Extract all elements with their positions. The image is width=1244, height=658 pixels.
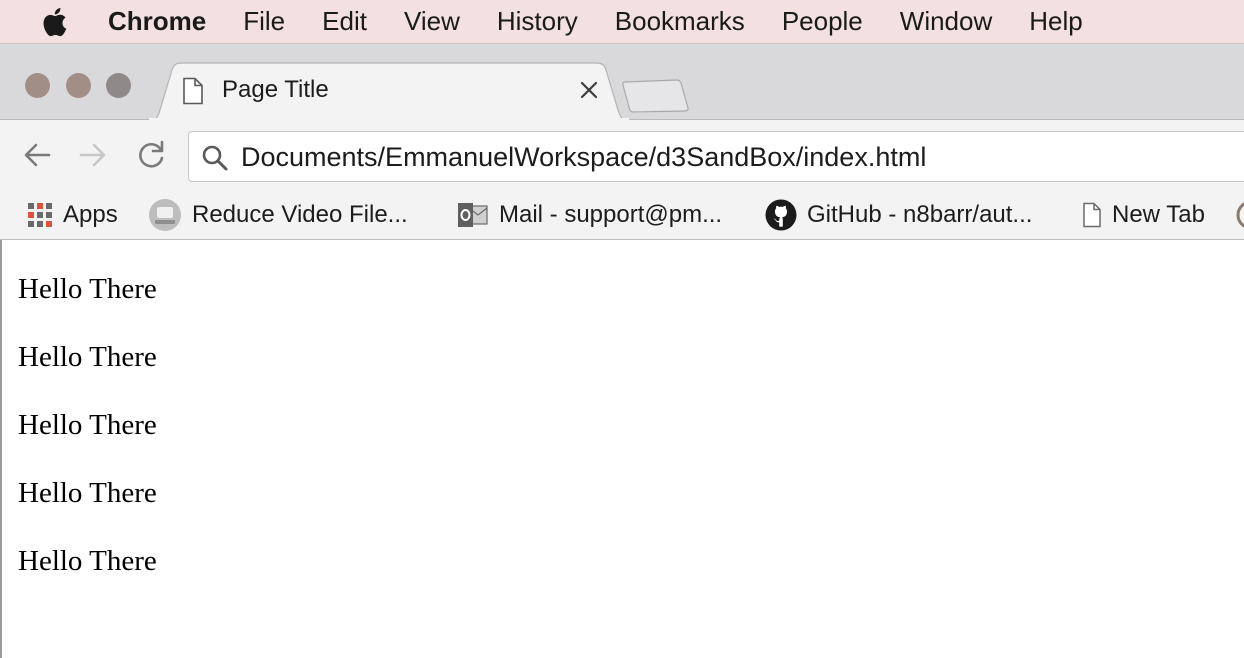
bookmark-mail[interactable]: Mail - support@pm...	[457, 198, 722, 232]
back-arrow-icon[interactable]	[20, 138, 54, 172]
zoom-window-button[interactable]	[106, 73, 131, 98]
forward-arrow-icon[interactable]	[76, 138, 110, 172]
menu-window[interactable]: Window	[900, 6, 992, 37]
minimize-window-button[interactable]	[66, 73, 91, 98]
github-icon	[765, 199, 797, 231]
bookmark-label: Reduce Video File...	[192, 201, 408, 228]
bookmark-overflow-icon	[1236, 202, 1244, 228]
reload-icon[interactable]	[134, 138, 168, 172]
menu-file[interactable]: File	[243, 6, 285, 37]
tab-shape	[148, 62, 630, 121]
close-tab-icon[interactable]	[578, 78, 600, 102]
search-icon	[202, 145, 228, 171]
menu-people[interactable]: People	[782, 6, 863, 37]
bookmark-new-tab[interactable]: New Tab	[1082, 198, 1205, 232]
bookmark-label: Apps	[63, 201, 118, 228]
page-icon	[183, 77, 203, 105]
paragraph: Hello There	[18, 545, 157, 577]
outlook-icon	[458, 203, 488, 227]
tab-strip: Page Title	[0, 44, 1244, 121]
bookmark-label: New Tab	[1112, 201, 1205, 228]
bookmark-apps[interactable]: Apps	[27, 198, 118, 232]
bookmark-label: GitHub - n8barr/aut...	[807, 201, 1033, 228]
address-bar-url: Documents/EmmanuelWorkspace/d3SandBox/in…	[241, 142, 927, 172]
menu-edit[interactable]: Edit	[322, 6, 367, 37]
page-icon	[1083, 202, 1101, 228]
apple-logo-icon[interactable]	[40, 7, 68, 37]
address-bar[interactable]: Documents/EmmanuelWorkspace/d3SandBox/in…	[188, 131, 1244, 182]
page-content: Hello There Hello There Hello There Hell…	[0, 240, 1244, 658]
video-site-icon	[149, 199, 181, 231]
paragraph: Hello There	[18, 477, 157, 509]
bookmarks-bar: Apps Reduce Video File... Mail - support…	[0, 190, 1244, 240]
menu-app-chrome[interactable]: Chrome	[108, 6, 206, 37]
bookmark-label: Mail - support@pm...	[499, 201, 723, 228]
bookmark-github[interactable]: GitHub - n8barr/aut...	[765, 198, 1032, 232]
menu-bookmarks[interactable]: Bookmarks	[615, 6, 745, 37]
paragraph: Hello There	[18, 409, 157, 441]
browser-toolbar: Documents/EmmanuelWorkspace/d3SandBox/in…	[0, 120, 1244, 240]
menu-history[interactable]: History	[497, 6, 578, 37]
menu-bar: Chrome File Edit View History Bookmarks …	[0, 0, 1244, 44]
close-window-button[interactable]	[25, 73, 50, 98]
menu-help[interactable]: Help	[1029, 6, 1082, 37]
bookmark-reduce-video[interactable]: Reduce Video File...	[148, 198, 408, 232]
apps-grid-icon	[28, 203, 52, 227]
paragraph: Hello There	[18, 341, 157, 373]
menu-view[interactable]: View	[404, 6, 460, 37]
new-tab-button[interactable]	[621, 78, 691, 114]
bookmark-more-partial[interactable]	[1236, 198, 1244, 232]
tab-page-title[interactable]: Page Title	[148, 62, 630, 121]
paragraph: Hello There	[18, 273, 157, 305]
tab-title: Page Title	[222, 76, 329, 103]
